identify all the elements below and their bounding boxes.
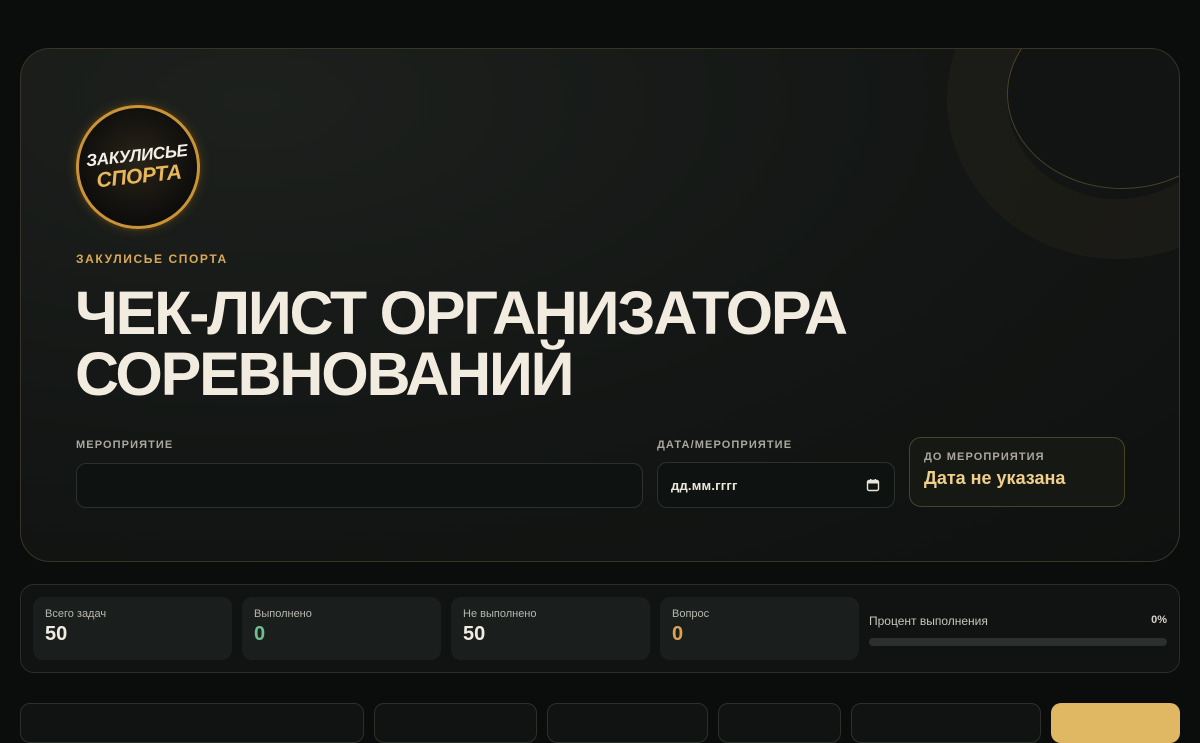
- stat-question-label: Вопрос: [672, 608, 710, 620]
- progress-block: Процент выполнения 0%: [869, 597, 1167, 660]
- event-name-input[interactable]: [76, 463, 643, 508]
- stat-total-label: Всего задач: [45, 608, 107, 620]
- toolbar-primary-button[interactable]: [1051, 703, 1180, 743]
- hero-panel: ЗАКУЛИСЬЕ СПОРТА ЗАКУЛИСЬЕ СПОРТА ЧЕК-ЛИ…: [20, 48, 1180, 562]
- progress-percent: 0%: [1151, 614, 1167, 626]
- brand-logo: ЗАКУЛИСЬЕ СПОРТА: [69, 98, 207, 236]
- stat-question: Вопрос 0: [660, 597, 859, 660]
- days-until-label: ДО МЕРОПРИЯТИЯ: [924, 451, 1045, 463]
- stat-notdone-label: Не выполнено: [463, 608, 537, 620]
- brand-eyebrow: ЗАКУЛИСЬЕ СПОРТА: [76, 252, 228, 266]
- stat-total: Всего задач 50: [33, 597, 232, 660]
- date-label: ДАТА/МЕРОПРИЯТИЕ: [657, 439, 793, 451]
- progress-label: Процент выполнения: [869, 614, 988, 628]
- toolbar-filter-1[interactable]: [374, 703, 537, 743]
- page-title-line2: СОРЕВНОВАНИЙ: [75, 340, 575, 408]
- toolbar-filter-3[interactable]: [718, 703, 841, 743]
- page-title: ЧЕК-ЛИСТ ОРГАНИЗАТОРА СОРЕВНОВАНИЙ: [75, 283, 975, 405]
- stats-panel: Всего задач 50 Выполнено 0 Не выполнено …: [20, 584, 1180, 673]
- toolbar-search-input[interactable]: [20, 703, 364, 743]
- toolbar-filter-2[interactable]: [547, 703, 708, 743]
- date-placeholder: дд.мм.гггг: [671, 477, 738, 493]
- event-date-input[interactable]: дд.мм.гггг: [657, 462, 895, 508]
- page-title-line1: ЧЕК-ЛИСТ ОРГАНИЗАТОРА: [75, 279, 848, 347]
- event-label: МЕРОПРИЯТИЕ: [76, 439, 174, 451]
- stat-done: Выполнено 0: [242, 597, 441, 660]
- calendar-icon[interactable]: [866, 478, 880, 492]
- days-until-value: Дата не указана: [924, 468, 1066, 488]
- stat-notdone: Не выполнено 50: [451, 597, 650, 660]
- days-until-card: ДО МЕРОПРИЯТИЯ Дата не указана: [909, 437, 1125, 507]
- stat-notdone-value: 50: [463, 623, 486, 645]
- stat-done-label: Выполнено: [254, 608, 312, 620]
- progress-bar: [869, 638, 1167, 646]
- toolbar-filter-4[interactable]: [851, 703, 1041, 743]
- stat-done-value: 0: [254, 623, 266, 645]
- stat-question-value: 0: [672, 623, 684, 645]
- stat-total-value: 50: [45, 623, 68, 645]
